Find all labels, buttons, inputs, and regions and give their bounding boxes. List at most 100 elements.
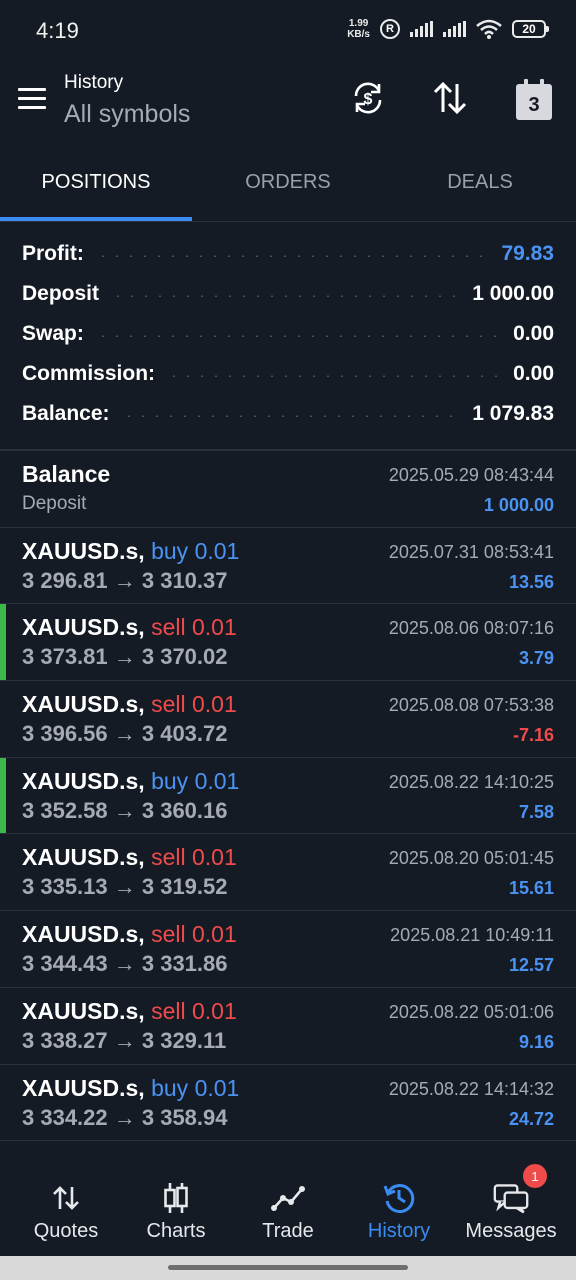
position-profit: 9.16 bbox=[518, 1031, 554, 1052]
summary-balance-value: 1 079.83 bbox=[472, 402, 554, 425]
charts-icon bbox=[158, 1180, 194, 1216]
summary-row-commission: Commission: 0.00 bbox=[0, 354, 576, 394]
summary-row-balance: Balance: 1 079.83 bbox=[0, 394, 576, 434]
home-gesture-handle[interactable] bbox=[168, 1265, 408, 1270]
wifi-icon bbox=[476, 19, 502, 39]
svg-text:$: $ bbox=[364, 91, 373, 108]
summary-label: Swap: bbox=[22, 322, 84, 345]
position-time: 2025.08.21 10:49:11 bbox=[390, 925, 554, 946]
summary-commission-value: 0.00 bbox=[513, 362, 554, 385]
position-direction: sell 0.01 bbox=[151, 844, 237, 871]
position-item[interactable]: XAUUSD.s, sell 0.01 3 373.81 → 3 370.02 20… bbox=[0, 604, 576, 682]
position-symbol: XAUUSD.s, bbox=[22, 614, 145, 641]
position-item[interactable]: XAUUSD.s, buy 0.01 3 296.81 → 3 310.37 202… bbox=[0, 528, 576, 605]
position-direction: buy 0.01 bbox=[151, 767, 240, 794]
status-time: 4:19 bbox=[36, 18, 79, 43]
status-bar: 4:19 1.99 KB/s R 20 bbox=[0, 0, 576, 62]
trade-icon bbox=[270, 1180, 306, 1216]
calendar-button[interactable]: 3 bbox=[514, 79, 554, 122]
page-title: History bbox=[64, 72, 124, 93]
position-prices: 3 396.56 → 3 403.72 bbox=[22, 721, 228, 747]
sort-button[interactable] bbox=[430, 78, 470, 118]
position-item[interactable]: XAUUSD.s, sell 0.01 3 396.56 → 3 403.72 20… bbox=[0, 681, 576, 758]
network-speed-value: 1.99 bbox=[348, 18, 369, 29]
position-time: 2025.08.20 05:01:45 bbox=[388, 848, 554, 869]
dotted-leader bbox=[95, 335, 502, 337]
network-speed-unit: KB/s bbox=[347, 29, 370, 40]
app-header: History All symbols $ 3 bbox=[0, 62, 576, 142]
position-direction: buy 0.01 bbox=[151, 537, 240, 564]
position-title: XAUUSD.s, buy 0.01 bbox=[22, 768, 239, 795]
position-time: 2025.08.22 14:10:25 bbox=[388, 771, 554, 792]
position-profit: 24.72 bbox=[508, 1108, 554, 1129]
position-profit: 3.79 bbox=[518, 648, 554, 669]
position-direction: sell 0.01 bbox=[151, 691, 237, 718]
position-symbol: XAUUSD.s, bbox=[22, 1074, 145, 1101]
position-prices: 3 334.22 → 3 358.94 bbox=[22, 1104, 228, 1130]
position-item[interactable]: XAUUSD.s, sell 0.01 3 338.27 → 3 329.11 20… bbox=[0, 988, 576, 1065]
position-item[interactable]: XAUUSD.s, buy 0.01 3 352.58 → 3 360.16 202… bbox=[0, 757, 576, 835]
position-prices: 3 335.13 → 3 319.52 bbox=[22, 874, 228, 900]
sort-icon bbox=[433, 81, 467, 115]
position-profit: 12.57 bbox=[508, 955, 554, 976]
summary-row-profit: Profit: 79.83 bbox=[0, 234, 576, 274]
tab-deals[interactable]: DEALS bbox=[384, 142, 576, 222]
position-title: XAUUSD.s, buy 0.01 bbox=[22, 538, 239, 565]
nav-quotes[interactable]: Quotes bbox=[10, 1160, 122, 1256]
position-time: 2025.08.22 14:14:32 bbox=[388, 1078, 554, 1099]
nav-trade[interactable]: Trade bbox=[232, 1160, 344, 1256]
position-profit: -7.16 bbox=[512, 725, 554, 746]
history-tabs: POSITIONS ORDERS DEALS bbox=[0, 142, 576, 222]
currency-sync-icon: $ bbox=[354, 82, 382, 114]
mt5-history-screen: 4:19 1.99 KB/s R 20 History All symbols … bbox=[0, 0, 576, 1280]
position-item[interactable]: XAUUSD.s, buy 0.01 3 334.22 → 3 358.94 202… bbox=[0, 1065, 576, 1142]
summary-label: Balance: bbox=[22, 402, 110, 425]
nav-messages[interactable]: 1 Messages bbox=[455, 1160, 567, 1256]
status-icons: 1.99 KB/s R 20 bbox=[347, 18, 549, 40]
position-item[interactable]: XAUUSD.s, sell 0.01 3 335.13 → 3 319.52 20… bbox=[0, 834, 576, 912]
position-symbol: XAUUSD.s, bbox=[22, 537, 145, 564]
quotes-icon bbox=[48, 1180, 84, 1216]
summary-deposit-value: 1 000.00 bbox=[472, 282, 554, 305]
messages-icon bbox=[493, 1180, 529, 1216]
position-time: 2025.08.08 07:53:38 bbox=[388, 695, 554, 716]
position-title: XAUUSD.s, sell 0.01 bbox=[22, 998, 237, 1025]
position-profit: 15.61 bbox=[508, 878, 554, 899]
tab-orders[interactable]: ORDERS bbox=[192, 142, 384, 222]
summary-label: Commission: bbox=[22, 362, 156, 385]
dotted-leader bbox=[167, 375, 502, 377]
battery-icon: 20 bbox=[512, 20, 549, 38]
position-time: 2025.08.06 08:07:16 bbox=[388, 618, 554, 639]
position-title: XAUUSD.s, sell 0.01 bbox=[22, 921, 237, 948]
nav-charts[interactable]: Charts bbox=[120, 1160, 232, 1256]
summary-profit-value: 79.83 bbox=[501, 242, 554, 265]
position-direction: sell 0.01 bbox=[151, 997, 237, 1024]
summary-row-swap: Swap: 0.00 bbox=[0, 314, 576, 354]
position-direction: sell 0.01 bbox=[151, 614, 237, 641]
position-symbol: XAUUSD.s, bbox=[22, 691, 145, 718]
position-title: XAUUSD.s, sell 0.01 bbox=[22, 614, 237, 641]
nav-label: Trade bbox=[262, 1220, 314, 1242]
item-title: Balance bbox=[22, 461, 111, 487]
position-profit: 7.58 bbox=[518, 801, 554, 822]
item-subtitle: Deposit bbox=[22, 493, 87, 514]
signal-icon bbox=[410, 21, 433, 37]
currency-sync-button[interactable]: $ bbox=[348, 78, 388, 118]
summary-label: Profit: bbox=[22, 242, 84, 265]
position-symbol: XAUUSD.s, bbox=[22, 997, 145, 1024]
position-item[interactable]: XAUUSD.s, sell 0.01 3 344.43 → 3 331.86 20… bbox=[0, 911, 576, 988]
position-time: 2025.08.22 05:01:06 bbox=[388, 1001, 554, 1022]
history-icon bbox=[381, 1180, 417, 1216]
position-prices: 3 338.27 → 3 329.11 bbox=[22, 1027, 227, 1053]
nav-label: Quotes bbox=[33, 1220, 99, 1242]
tab-positions[interactable]: POSITIONS bbox=[0, 142, 192, 222]
dotted-leader bbox=[95, 255, 490, 257]
nav-history[interactable]: History bbox=[343, 1160, 455, 1256]
notification-badge: 1 bbox=[523, 1164, 547, 1188]
symbol-filter[interactable]: All symbols bbox=[64, 100, 190, 129]
balance-operation-item[interactable]: Balance Deposit 2025.05.29 08:43:44 1 00… bbox=[0, 451, 576, 528]
position-title: XAUUSD.s, sell 0.01 bbox=[22, 844, 237, 871]
active-tab-indicator bbox=[0, 217, 192, 221]
menu-icon[interactable] bbox=[18, 88, 46, 110]
dotted-leader bbox=[121, 415, 461, 417]
